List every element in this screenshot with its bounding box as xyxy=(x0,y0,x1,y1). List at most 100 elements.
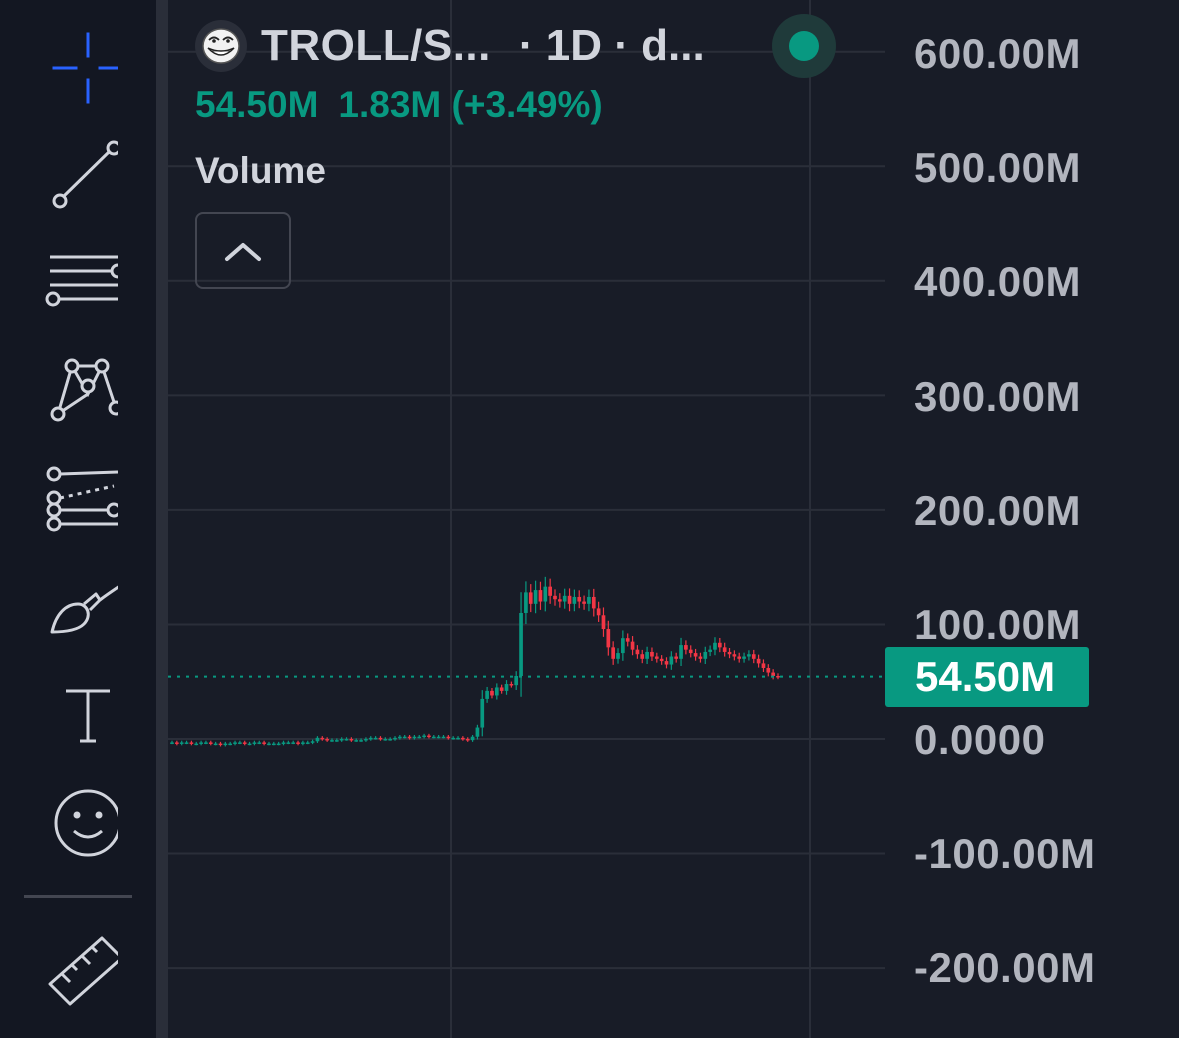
candle-body xyxy=(344,739,349,741)
candle-body xyxy=(238,742,242,744)
candle-body xyxy=(490,690,494,696)
candle-body xyxy=(281,742,286,744)
candle xyxy=(562,588,567,609)
candle xyxy=(543,576,548,612)
candle-body xyxy=(640,654,645,659)
candle xyxy=(596,601,601,622)
candle xyxy=(310,739,315,745)
candle xyxy=(693,648,698,661)
candle-body xyxy=(242,742,247,744)
candle xyxy=(606,620,611,656)
candle xyxy=(402,734,407,739)
candle-body xyxy=(727,651,732,655)
candle xyxy=(213,741,218,746)
candle xyxy=(204,740,208,745)
candle xyxy=(427,733,431,739)
symbol-logo xyxy=(195,20,247,72)
candle-body xyxy=(461,737,465,740)
candle xyxy=(189,740,194,746)
candle-body xyxy=(717,642,722,648)
market-status[interactable] xyxy=(772,14,836,78)
candle-body xyxy=(320,737,325,740)
candle-body xyxy=(664,661,669,665)
candle-body xyxy=(228,743,233,746)
candle xyxy=(727,647,732,659)
candle xyxy=(717,637,722,653)
candle xyxy=(703,646,708,665)
candle-body xyxy=(533,590,538,604)
candle xyxy=(441,734,446,739)
candle-body xyxy=(364,739,368,741)
candle-body xyxy=(301,742,305,744)
axis-label: 300.00M xyxy=(914,373,1081,420)
candle xyxy=(208,740,213,746)
candle xyxy=(436,734,441,739)
axis-label: 200.00M xyxy=(914,487,1081,534)
candle-body xyxy=(616,653,620,659)
candle xyxy=(538,581,543,610)
change-value: 1.83M (+3.49%) xyxy=(338,84,603,125)
candle xyxy=(679,637,683,667)
candle xyxy=(621,630,625,661)
candle xyxy=(732,650,737,661)
last-price-label: 54.50M xyxy=(885,647,1089,707)
candle-body xyxy=(747,654,751,657)
candle xyxy=(470,734,475,742)
candle-body xyxy=(199,742,203,744)
candle-body xyxy=(684,645,688,650)
candle-body xyxy=(378,737,383,740)
last-value: 54.50M xyxy=(195,84,319,125)
candle xyxy=(557,593,562,608)
candle xyxy=(475,724,480,740)
candle xyxy=(271,741,276,746)
collapse-legend-button[interactable] xyxy=(195,212,291,289)
chart-legend: TROLL/S... · 1D · d... 54.50M 1.83M (+3.… xyxy=(195,14,836,289)
candle xyxy=(218,741,223,747)
candle-body xyxy=(621,638,625,654)
candle xyxy=(228,741,233,746)
candle xyxy=(494,683,499,700)
candle xyxy=(417,734,422,739)
candle-body xyxy=(436,736,441,739)
candle xyxy=(223,741,228,747)
candle-body xyxy=(252,742,257,744)
candle-body xyxy=(538,590,543,602)
candle-body xyxy=(189,742,194,744)
candle-body xyxy=(635,649,640,655)
candle-body xyxy=(170,742,174,744)
symbol-row[interactable]: TROLL/S... · 1D · d... xyxy=(195,14,836,78)
candle-body xyxy=(587,596,591,604)
candle xyxy=(625,633,630,647)
candle-body xyxy=(194,743,199,746)
candle xyxy=(635,645,640,659)
candle xyxy=(509,681,514,688)
candle-body xyxy=(296,742,300,744)
candle-body xyxy=(291,742,296,744)
candle xyxy=(761,659,766,672)
candle xyxy=(645,646,649,665)
interval-label[interactable]: · 1D · d... xyxy=(519,21,705,71)
candle xyxy=(776,673,780,680)
candle-body xyxy=(422,735,426,738)
candle-body xyxy=(417,736,422,739)
axis-label: 500.00M xyxy=(914,144,1081,191)
candle-body xyxy=(271,743,276,746)
candle xyxy=(747,650,751,661)
candle-body xyxy=(761,663,766,668)
candle xyxy=(601,607,606,637)
candle-body xyxy=(679,645,683,659)
indicator-label[interactable]: Volume xyxy=(195,150,705,192)
candle xyxy=(713,637,717,656)
candle xyxy=(722,642,727,657)
candle-body xyxy=(456,737,460,740)
candle xyxy=(654,652,659,663)
candle xyxy=(684,640,688,655)
candle-body xyxy=(630,641,635,650)
candle-body xyxy=(514,675,519,686)
candle-body xyxy=(368,737,373,740)
symbol-title[interactable]: TROLL/S... xyxy=(261,21,491,71)
candle-body xyxy=(688,649,693,654)
candle-body xyxy=(553,595,557,600)
candle-body xyxy=(669,656,674,665)
candle xyxy=(422,733,426,739)
